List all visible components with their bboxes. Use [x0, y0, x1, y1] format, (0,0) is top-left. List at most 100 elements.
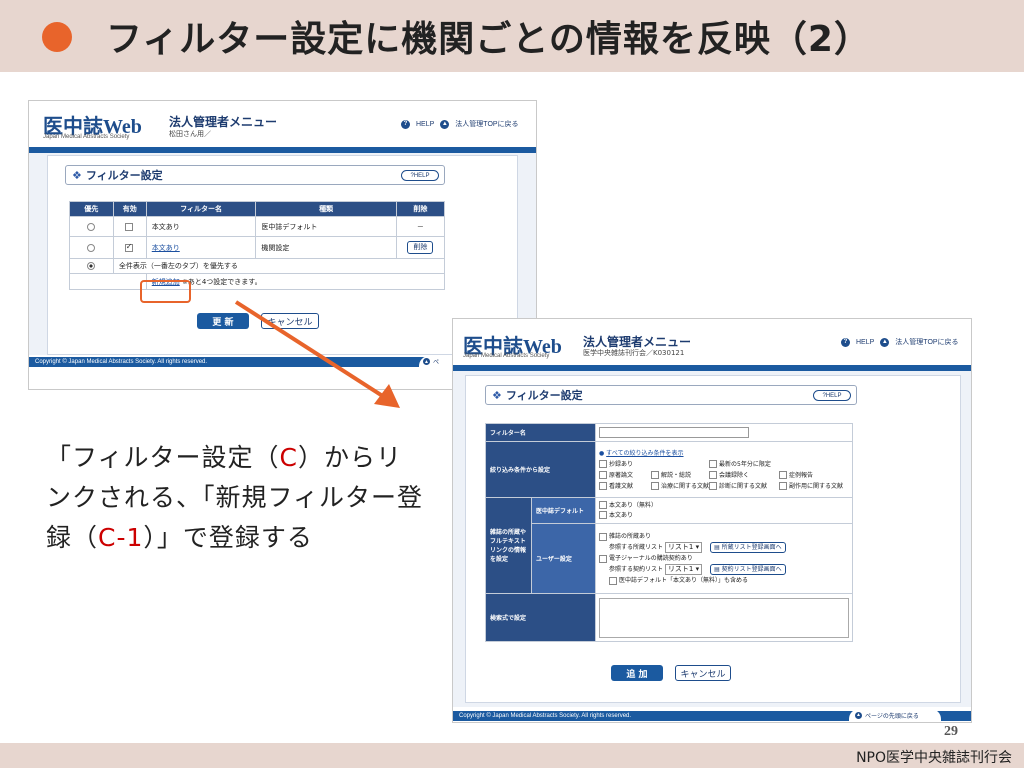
narrow-label: 絞り込み条件から設定	[485, 441, 596, 498]
all-display-radio[interactable]	[87, 262, 96, 270]
back-to-top[interactable]: ▲ ページの先頭に戻る	[849, 709, 941, 721]
admin-top-link[interactable]: 法人管理TOPに戻る	[895, 337, 958, 347]
checkbox[interactable]	[651, 471, 659, 479]
all-display-label: 全件表示（一番左のタブ）を優先する	[112, 258, 446, 274]
holding-register-button[interactable]: ▤ 所蔵リスト登録画面へ	[710, 542, 786, 553]
slide-title: フィルター設定に機関ごとの情報を反映（2）	[106, 19, 871, 60]
section-title: フィルター設定	[505, 389, 583, 402]
contract-list-select[interactable]: リスト1 ▾	[664, 564, 703, 575]
cancel-button[interactable]: キャンセル	[261, 313, 319, 329]
cond-label: 看護文献	[609, 482, 634, 490]
filter-type: 医中誌デフォルト	[255, 216, 397, 237]
contract-list-label: 参照する契約リスト	[609, 566, 664, 573]
include-free-label: 医中誌デフォルト「本文あり（無料）」も含める	[619, 577, 749, 584]
add-button[interactable]: 追 加	[611, 665, 663, 681]
cond-label: 原著論文	[609, 471, 634, 479]
checkbox[interactable]	[599, 511, 607, 519]
filter-name-link[interactable]: 本文あり	[152, 244, 180, 252]
page-number: 29	[944, 724, 958, 739]
show-all-icon: ●	[599, 449, 605, 457]
table-row: 全件表示（一番左のタブ）を優先する	[69, 258, 446, 274]
checkbox[interactable]	[779, 471, 787, 479]
slide-footer: NPO医学中央雑誌刊行会	[0, 743, 1024, 768]
contract-register-button[interactable]: ▤ 契約リスト登録画面へ	[710, 564, 786, 575]
checkbox[interactable]	[651, 482, 659, 490]
checkbox[interactable]	[609, 576, 617, 585]
admin-top-link[interactable]: 法人管理TOPに戻る	[455, 119, 518, 129]
cond-label: 症例報告	[789, 471, 814, 479]
update-button[interactable]: 更 新	[197, 313, 249, 329]
journal-holding-label: 雑誌の所蔵あり	[609, 533, 652, 540]
filter-gem-icon: ❖	[492, 388, 502, 402]
delete-button[interactable]: 削除	[407, 241, 434, 254]
cond-label: 解説・総説	[661, 471, 692, 479]
caption-ref-c: C	[279, 443, 298, 472]
cond-label: 抄録あり	[609, 460, 634, 468]
filter-name-label: フィルター名	[485, 423, 596, 442]
col-filter-name: フィルター名	[145, 201, 257, 217]
default-label: 医中誌デフォルト	[531, 497, 596, 524]
bullet-dot-icon	[42, 22, 72, 52]
holdings-label: 雑誌の所蔵やフルテキストリンクの情報を設定	[485, 497, 532, 594]
logo-subtitle: Japan Medical Abstracts Society	[43, 134, 130, 140]
slide-caption: 「フィルター設定（C）からリンクされる、「新規フィルター登録（C-1）」で登録す…	[46, 443, 424, 552]
new-filter-screenshot: 医中誌Web Japan Medical Abstracts Society 法…	[452, 318, 972, 723]
holding-list-select[interactable]: リスト1 ▾	[664, 542, 703, 553]
checkbox[interactable]	[709, 471, 717, 479]
help-link[interactable]: HELP	[856, 339, 874, 346]
footer-organization: NPO医学中央雑誌刊行会	[856, 750, 1012, 766]
priority-radio[interactable]	[87, 222, 96, 231]
col-delete: 削除	[395, 201, 446, 217]
section-header: ❖ フィルター設定	[485, 385, 857, 405]
col-priority: 優先	[69, 201, 114, 217]
filter-type: 機関設定	[255, 236, 397, 259]
table-row: 新規追加 ※あと4つ設定できます。	[69, 273, 446, 290]
help-button[interactable]: ? HELP	[813, 390, 851, 401]
slide-header: フィルター設定に機関ごとの情報を反映（2）	[0, 0, 1024, 72]
delete-placeholder: －	[395, 216, 446, 237]
menu-subtitle: 松田さん用／	[169, 130, 211, 138]
cancel-button[interactable]: キャンセル	[675, 665, 731, 681]
checkbox[interactable]	[599, 460, 607, 468]
caption-ref-c1: C-1	[98, 523, 144, 552]
arrow-up-icon: ▲	[880, 337, 890, 347]
help-link[interactable]: HELP	[416, 121, 434, 128]
cond-label: 治療に関する文献	[661, 482, 710, 490]
logo-subtitle: Japan Medical Abstracts Society	[463, 353, 550, 359]
priority-radio[interactable]	[87, 243, 96, 252]
arrow-up-icon: ▲	[855, 711, 862, 719]
filter-name-input[interactable]	[599, 427, 749, 438]
show-all-conditions-link[interactable]: すべての絞り込み条件を表示	[606, 450, 683, 457]
enabled-checkbox[interactable]	[124, 242, 133, 252]
menu-title: 法人管理者メニュー	[169, 115, 278, 129]
cond-label: 診断に関する文献	[719, 482, 768, 490]
checkbox[interactable]	[599, 482, 607, 490]
new-filter-highlight	[140, 280, 191, 303]
default-opt: 本文あり	[609, 511, 634, 519]
enabled-checkbox[interactable]	[124, 222, 133, 231]
default-opt: 本文あり（無料）	[609, 501, 658, 509]
help-icon: ?	[841, 337, 850, 347]
checkbox[interactable]	[779, 482, 787, 490]
help-button[interactable]: ? HELP	[401, 170, 439, 181]
menu-subtitle: 医学中央雑誌刊行会／K030121	[583, 349, 685, 357]
checkbox[interactable]	[599, 471, 607, 479]
cond-label: 最新の5年分に限定	[719, 460, 771, 468]
filter-gem-icon: ❖	[72, 168, 82, 182]
col-type: 種類	[255, 201, 397, 217]
checkbox[interactable]	[599, 532, 607, 541]
cond-label: 会議録除く	[719, 471, 750, 479]
checkbox[interactable]	[709, 482, 717, 490]
checkbox[interactable]	[709, 460, 717, 468]
filter-table: 優先 有効 フィルター名 種類 削除 本文あり 医中誌デフォルト － 本文あり …	[69, 201, 446, 290]
remaining-note: ※あと4つ設定できます。	[181, 277, 262, 286]
arrow-up-icon: ▲	[440, 119, 450, 129]
user-settings-label: ユーザー設定	[531, 523, 596, 594]
ejournal-label: 電子ジャーナルの購読契約あり	[609, 555, 693, 562]
section-title: フィルター設定	[85, 169, 163, 182]
search-expression-textarea[interactable]	[599, 597, 849, 638]
checkbox[interactable]	[599, 501, 607, 509]
cond-label: 副作用に関する文献	[789, 482, 844, 490]
arrow-up-icon: ▲	[423, 358, 430, 365]
checkbox[interactable]	[599, 554, 607, 563]
